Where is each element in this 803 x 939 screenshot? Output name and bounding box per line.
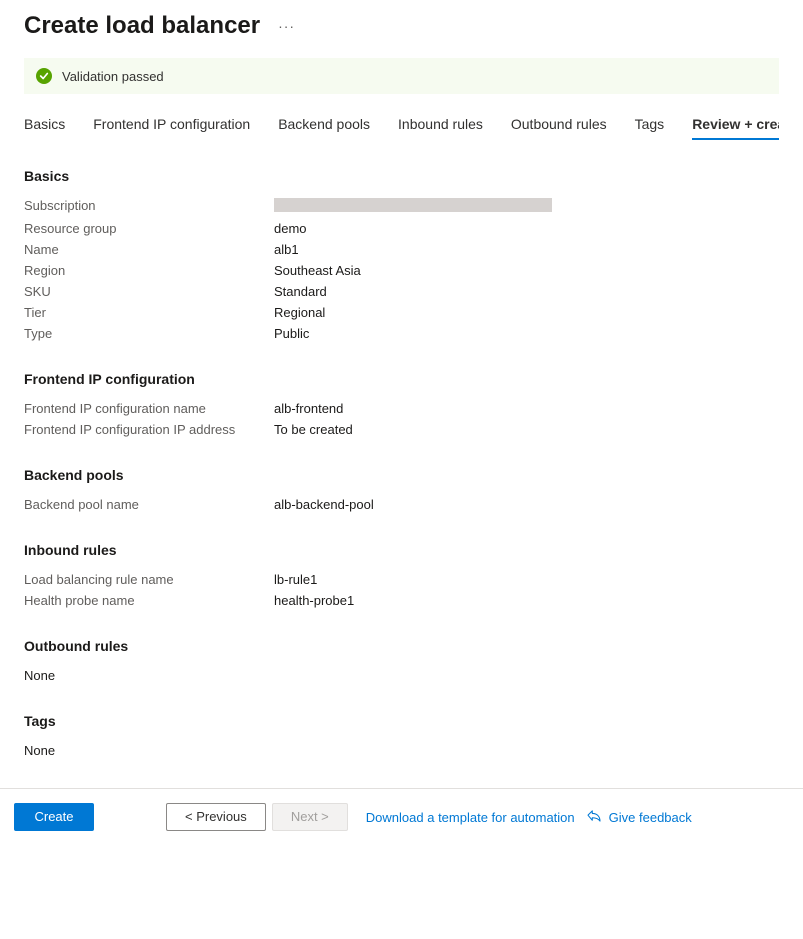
kv-key: Region [24,263,274,278]
kv-key: Health probe name [24,593,274,608]
section-frontend: Frontend IP configuration Frontend IP con… [24,371,779,437]
next-button: Next > [272,803,348,831]
section-tags: Tags None [24,713,779,758]
create-button[interactable]: Create [14,803,94,831]
kv-key: SKU [24,284,274,299]
more-icon[interactable]: ··· [274,14,299,38]
page-title: Create load balancer [24,12,260,40]
section-basics: BasicsSubscriptionResource groupdemoName… [24,168,779,341]
validation-banner: Validation passed [24,58,779,94]
kv-key: Resource group [24,221,274,236]
section-title: Tags [24,713,779,729]
kv-value: Public [274,326,309,341]
kv-value: alb1 [274,242,299,257]
kv-key: Subscription [24,198,274,215]
kv-row: Frontend IP configuration namealb-fronte… [24,401,779,416]
check-circle-icon [36,68,52,84]
kv-value: Regional [274,305,325,320]
previous-button[interactable]: < Previous [166,803,266,831]
section-title: Inbound rules [24,542,779,558]
kv-row: Backend pool namealb-backend-pool [24,497,779,512]
kv-row: Health probe namehealth-probe1 [24,593,779,608]
tab-backend-pools[interactable]: Backend pools [278,116,370,140]
kv-row: Resource groupdemo [24,221,779,236]
kv-row: RegionSoutheast Asia [24,263,779,278]
tab-review-create[interactable]: Review + create [692,116,779,140]
feedback-icon [587,810,601,825]
redacted-value [274,198,552,212]
section-outbound: Outbound rules None [24,638,779,683]
give-feedback-link[interactable]: Give feedback [609,810,692,825]
validation-text: Validation passed [62,69,164,84]
tab-inbound-rules[interactable]: Inbound rules [398,116,483,140]
kv-value: Southeast Asia [274,263,361,278]
kv-value [274,198,552,215]
kv-value: Standard [274,284,327,299]
footer: Create < Previous Next > Download a temp… [0,788,803,845]
kv-key: Backend pool name [24,497,274,512]
kv-row: Subscription [24,198,779,215]
kv-key: Tier [24,305,274,320]
kv-key: Load balancing rule name [24,572,274,587]
kv-key: Type [24,326,274,341]
section-title: Frontend IP configuration [24,371,779,387]
kv-row: Load balancing rule namelb-rule1 [24,572,779,587]
tab-tags[interactable]: Tags [635,116,665,140]
section-title: Backend pools [24,467,779,483]
kv-value: health-probe1 [274,593,354,608]
section-backend: Backend pools Backend pool namealb-backen… [24,467,779,512]
kv-value: alb-backend-pool [274,497,374,512]
tab-outbound-rules[interactable]: Outbound rules [511,116,607,140]
kv-row: Namealb1 [24,242,779,257]
kv-value: To be created [274,422,353,437]
kv-row: TierRegional [24,305,779,320]
download-template-link[interactable]: Download a template for automation [366,810,575,825]
kv-value: demo [274,221,307,236]
tabs: Basics Frontend IP configuration Backend p… [24,116,779,140]
kv-row: Frontend IP configuration IP addressTo b… [24,422,779,437]
section-title: Outbound rules [24,638,779,654]
none-text: None [24,743,779,758]
section-title: Basics [24,168,779,184]
section-inbound: Inbound rules Load balancing rule namelb-… [24,542,779,608]
kv-value: lb-rule1 [274,572,317,587]
tab-frontend-ip-configuration[interactable]: Frontend IP configuration [93,116,250,140]
kv-row: SKUStandard [24,284,779,299]
none-text: None [24,668,779,683]
tab-basics[interactable]: Basics [24,116,65,140]
kv-row: TypePublic [24,326,779,341]
kv-key: Frontend IP configuration IP address [24,422,274,437]
kv-key: Frontend IP configuration name [24,401,274,416]
kv-key: Name [24,242,274,257]
kv-value: alb-frontend [274,401,343,416]
